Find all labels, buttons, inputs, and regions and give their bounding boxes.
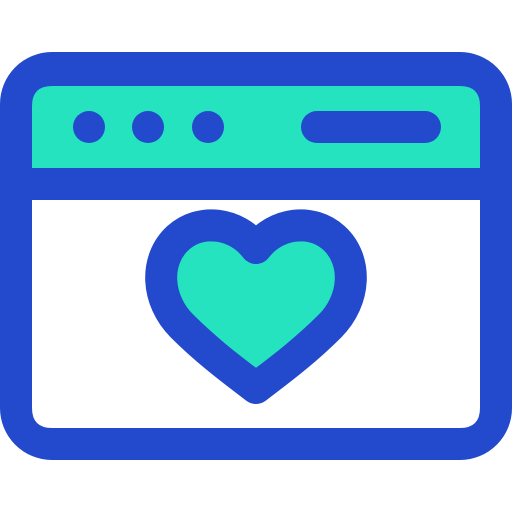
browser-heart-icon-container	[0, 0, 512, 512]
browser-window-heart-icon	[0, 52, 512, 460]
address-bar	[301, 111, 441, 143]
window-dot-3	[192, 111, 224, 143]
window-dot-1	[73, 111, 105, 143]
window-dot-2	[132, 111, 164, 143]
